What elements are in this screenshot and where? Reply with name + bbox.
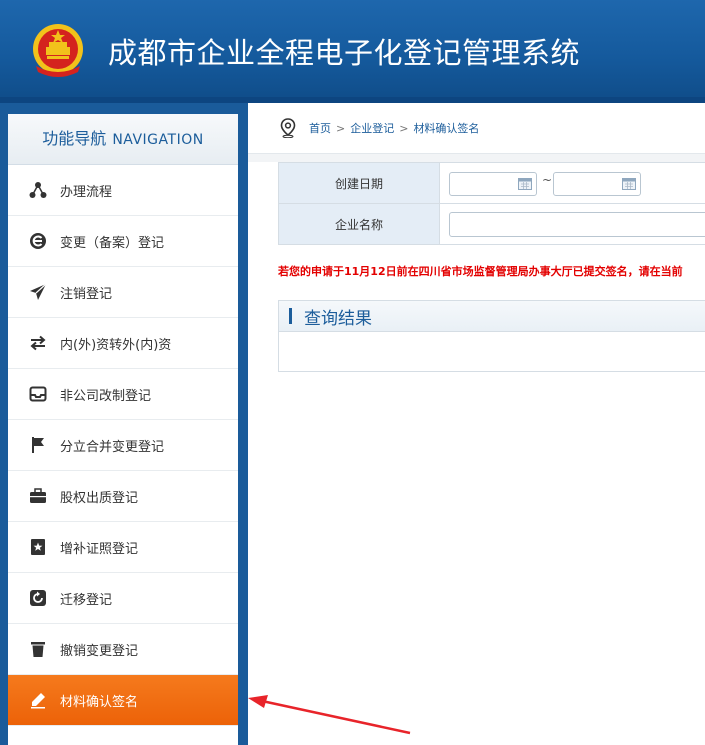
sidebar-item-license-supplement[interactable]: 增补证照登记 (8, 522, 238, 573)
sidebar-item-relocation[interactable]: 迁移登记 (8, 573, 238, 624)
breadcrumb: 首页 > 企业登记 > 材料确认签名 (309, 120, 479, 136)
results-title: 查询结果 (304, 308, 372, 329)
sidebar-item-label: 增补证照登记 (60, 541, 139, 557)
left-panel: 功能导航 NAVIGATION 办理流程 变更（备案）登记 注销登记 内(外)资转 (0, 103, 248, 745)
search-form: 创建日期 ~ 企业名称 (278, 162, 705, 245)
sidebar-item-change-registration[interactable]: 变更（备案）登记 (8, 216, 238, 267)
calendar-icon[interactable] (518, 178, 532, 190)
sidebar-item-label: 注销登记 (60, 286, 113, 302)
star-bookmark-icon (28, 537, 48, 557)
form-row-date: 创建日期 ~ (279, 163, 705, 204)
breadcrumb-current: 材料确认签名 (413, 122, 480, 135)
content-top-strip (248, 154, 705, 162)
sidebar-item-label: 撤销变更登记 (60, 643, 139, 659)
signature-notice: 若您的申请于11月12日前在四川省市场监督管理局办事大厅已提交签名，请在当前 (278, 265, 683, 278)
enterprise-name-label: 企业名称 (279, 204, 440, 244)
sidebar-item-process[interactable]: 办理流程 (8, 165, 238, 216)
breadcrumb-separator: > (399, 122, 409, 135)
sidebar-item-deregistration[interactable]: 注销登记 (8, 267, 238, 318)
nav-title-en: NAVIGATION (112, 132, 204, 148)
paper-plane-icon (28, 282, 48, 302)
nav-header: 功能导航 NAVIGATION (8, 114, 238, 165)
sidebar-item-material-signature[interactable]: 材料确认签名 (8, 675, 238, 726)
sidebar-item-split-merge[interactable]: 分立合并变更登记 (8, 420, 238, 471)
results-panel: 查询结果 (278, 300, 705, 372)
sidebar-item-partial[interactable] (8, 726, 238, 745)
sidebar-item-revoke-change[interactable]: 撤销变更登记 (8, 624, 238, 675)
calendar-icon[interactable] (622, 178, 636, 190)
change-e-icon (28, 231, 48, 251)
briefcase-icon (28, 486, 48, 506)
sidebar-item-label: 迁移登记 (60, 592, 113, 608)
nav-title-cn: 功能导航 (42, 129, 107, 148)
sidebar-item-label: 材料确认签名 (60, 694, 139, 710)
sidebar-item-label: 股权出质登记 (60, 490, 139, 506)
header-banner: 成都市企业全程电子化登记管理系统 (0, 0, 705, 103)
form-row-name: 企业名称 (279, 204, 705, 244)
breadcrumb-home-link[interactable]: 首页 (309, 122, 331, 135)
date-range-separator: ~ (542, 173, 553, 187)
flow-nodes-icon (28, 180, 48, 200)
end-date-input[interactable] (553, 172, 641, 196)
sidebar-item-equity-pledge[interactable]: 股权出质登记 (8, 471, 238, 522)
breadcrumb-enterprise-link[interactable]: 企业登记 (350, 122, 394, 135)
breadcrumb-bar: 首页 > 企业登记 > 材料确认签名 (248, 103, 705, 154)
breadcrumb-separator: > (336, 122, 346, 135)
sidebar-item-label: 变更（备案）登记 (60, 235, 165, 251)
results-accent-bar (289, 308, 292, 324)
relocate-icon (28, 588, 48, 608)
swap-arrows-icon (28, 333, 48, 353)
sidebar-item-label: 分立合并变更登记 (60, 439, 165, 455)
inbox-icon (28, 384, 48, 404)
sidebar-item-label: 非公司改制登记 (60, 388, 152, 404)
sidebar-item-label: 内(外)资转外(内)资 (60, 337, 172, 353)
sidebar-item-restructuring[interactable]: 非公司改制登记 (8, 369, 238, 420)
annotation-arrow-icon (248, 695, 411, 735)
partial-icon (28, 741, 48, 745)
sidebar-item-label: 办理流程 (60, 184, 113, 200)
enterprise-name-input[interactable] (449, 212, 705, 237)
sidebar-item-capital-conversion[interactable]: 内(外)资转外(内)资 (8, 318, 238, 369)
pencil-icon (28, 690, 48, 710)
location-pin-icon (280, 118, 296, 138)
national-emblem-icon (33, 24, 83, 77)
site-title: 成都市企业全程电子化登记管理系统 (108, 36, 581, 70)
flag-icon (28, 435, 48, 455)
trash-icon (28, 639, 48, 659)
results-header: 查询结果 (279, 301, 705, 332)
start-date-input[interactable] (449, 172, 537, 196)
create-date-label: 创建日期 (279, 163, 440, 203)
sidebar-nav: 功能导航 NAVIGATION 办理流程 变更（备案）登记 注销登记 内(外)资转 (8, 114, 238, 745)
